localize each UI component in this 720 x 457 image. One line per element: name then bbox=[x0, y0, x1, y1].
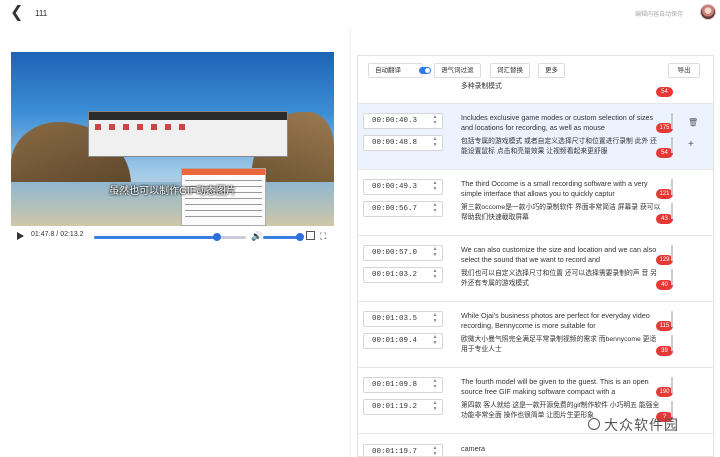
english-text[interactable]: The fourth model will be given to the gu… bbox=[461, 377, 661, 398]
video-panel: 虽然也可以制作GIF动态图片 01:47.8 / 02:13.2 🔊 ⛶ bbox=[0, 28, 350, 457]
video-subtitle: 虽然也可以制作GIF动态图片 bbox=[109, 186, 236, 197]
back-chevron-icon[interactable]: ❮ bbox=[10, 5, 23, 21]
end-time-stepper[interactable]: ▲ ▼ bbox=[431, 400, 439, 412]
add-row-icon[interactable]: + bbox=[688, 139, 694, 150]
volume-slider[interactable] bbox=[263, 233, 304, 241]
player-controls: 01:47.8 / 02:13.2 🔊 ⛶ bbox=[11, 228, 334, 250]
video-frame-app-window bbox=[88, 111, 288, 157]
english-text-scrollbar[interactable] bbox=[671, 377, 673, 393]
replace-words-button[interactable]: 词汇替换 bbox=[490, 63, 530, 78]
subtitle-row[interactable]: 多种录制模式 54 bbox=[358, 78, 713, 104]
volume-handle[interactable] bbox=[296, 233, 304, 241]
progress-fill bbox=[94, 236, 218, 239]
filter-words-button[interactable]: 语气词过滤 bbox=[434, 63, 481, 78]
subtitle-row[interactable]: 00:00:49.3 ▲ ▼ 00:00:56.7 ▲ ▼ The third Occome… bbox=[358, 170, 713, 236]
chinese-text[interactable]: 第三款occome是一款小巧的录制软件 界面非常简洁 屏幕录 获可以帮助我们快速… bbox=[461, 203, 661, 224]
export-button[interactable]: 导出 bbox=[668, 63, 700, 78]
play-icon[interactable] bbox=[17, 232, 24, 240]
english-text[interactable]: We can also customize the size and locat… bbox=[461, 245, 661, 266]
chinese-text[interactable]: 多种录制模式 bbox=[461, 82, 661, 93]
subtitle-panel: 自动翻译 语气词过滤 词汇替换 更多 导出 多种录制模式 54 00:00:40.3… bbox=[357, 55, 714, 457]
avatar[interactable] bbox=[700, 4, 716, 20]
volume-icon[interactable]: 🔊 bbox=[251, 231, 262, 242]
watermark: 大众软件园 bbox=[604, 417, 679, 433]
video-frame-dropdown bbox=[181, 168, 266, 226]
chinese-text-scrollbar[interactable] bbox=[671, 137, 673, 153]
english-text[interactable]: Includes exclusive game modes or custom … bbox=[461, 113, 661, 134]
top-bar: ❮ 111 编辑内容自动保存 bbox=[0, 0, 720, 28]
screenshot-icon[interactable] bbox=[306, 231, 315, 240]
english-text-scrollbar[interactable] bbox=[671, 113, 673, 129]
subtitle-row[interactable]: 00:00:57.0 ▲ ▼ 00:01:03.2 ▲ ▼ We can also cust… bbox=[358, 236, 713, 302]
more-button[interactable]: 更多 bbox=[538, 63, 565, 78]
end-time-stepper[interactable]: ▲ ▼ bbox=[431, 202, 439, 214]
auto-translate-button[interactable]: 自动翻译 bbox=[368, 63, 431, 78]
start-time-stepper[interactable]: ▲ ▼ bbox=[431, 445, 439, 456]
start-time-stepper[interactable]: ▲ ▼ bbox=[431, 378, 439, 390]
subtitle-list: 多种录制模式 54 00:00:40.3 ▲ ▼ 00:00:48.8 ▲ ▼ Includes… bbox=[358, 78, 713, 456]
fullscreen-icon[interactable]: ⛶ bbox=[320, 231, 326, 242]
chinese-char-count-badge: 54 bbox=[656, 87, 673, 97]
start-time-stepper[interactable]: ▲ ▼ bbox=[431, 246, 439, 258]
english-text-scrollbar[interactable] bbox=[671, 311, 673, 327]
auto-translate-label: 自动翻译 bbox=[375, 67, 401, 74]
english-text[interactable]: The third Occome is a small recording so… bbox=[461, 179, 661, 200]
subtitle-row[interactable]: 00:01:03.5 ▲ ▼ 00:01:09.4 ▲ ▼ While Ojai's bus… bbox=[358, 302, 713, 368]
subtitle-row[interactable]: 00:01:19.7 ▲ ▼ camera bbox=[358, 434, 713, 456]
progress-handle[interactable] bbox=[213, 233, 222, 241]
panel-divider bbox=[350, 28, 351, 457]
start-time-stepper[interactable]: ▲ ▼ bbox=[431, 114, 439, 126]
end-time-stepper[interactable]: ▲ ▼ bbox=[431, 268, 439, 280]
subtitle-row[interactable]: 00:00:40.3 ▲ ▼ 00:00:48.8 ▲ ▼ Includes exclusi… bbox=[358, 104, 713, 170]
chinese-text-scrollbar[interactable] bbox=[671, 269, 673, 285]
trash-icon[interactable]: 🗑 bbox=[688, 118, 698, 127]
english-text-scrollbar[interactable] bbox=[671, 245, 673, 261]
chinese-text[interactable]: 欧微大小曼气照完全满足平常录制视频的需求 而bennycome 更适用于专业人士 bbox=[461, 335, 661, 356]
time-display: 01:47.8 / 02:13.2 bbox=[31, 231, 84, 238]
start-time-stepper[interactable]: ▲ ▼ bbox=[431, 312, 439, 324]
project-title: 111 bbox=[35, 9, 48, 18]
chinese-text[interactable]: 我们也可以自定义选择尺寸和位置 还可以选择需要录制的声 音 另外还有专属的游戏模… bbox=[461, 269, 661, 290]
progress-slider[interactable] bbox=[94, 233, 246, 241]
chinese-text[interactable]: 包括专属的游戏模式 或者自定义选择尺寸和位置进行录制 此外 还能设置鼠标 点击和… bbox=[461, 137, 661, 158]
english-text[interactable]: While Ojai's business photos are perfect… bbox=[461, 311, 661, 332]
chinese-text-scrollbar[interactable] bbox=[671, 203, 673, 219]
auto-translate-toggle[interactable] bbox=[419, 67, 431, 74]
english-text-scrollbar[interactable] bbox=[671, 179, 673, 195]
watermark-logo-icon bbox=[588, 418, 600, 430]
autosave-status: 编辑内容自动保存 bbox=[635, 12, 684, 18]
chinese-text-scrollbar[interactable] bbox=[671, 335, 673, 351]
end-time-stepper[interactable]: ▲ ▼ bbox=[431, 136, 439, 148]
start-time-stepper[interactable]: ▲ ▼ bbox=[431, 180, 439, 192]
english-text[interactable]: camera bbox=[461, 444, 661, 456]
end-time-stepper[interactable]: ▲ ▼ bbox=[431, 334, 439, 346]
video-player[interactable]: 虽然也可以制作GIF动态图片 bbox=[11, 52, 334, 226]
